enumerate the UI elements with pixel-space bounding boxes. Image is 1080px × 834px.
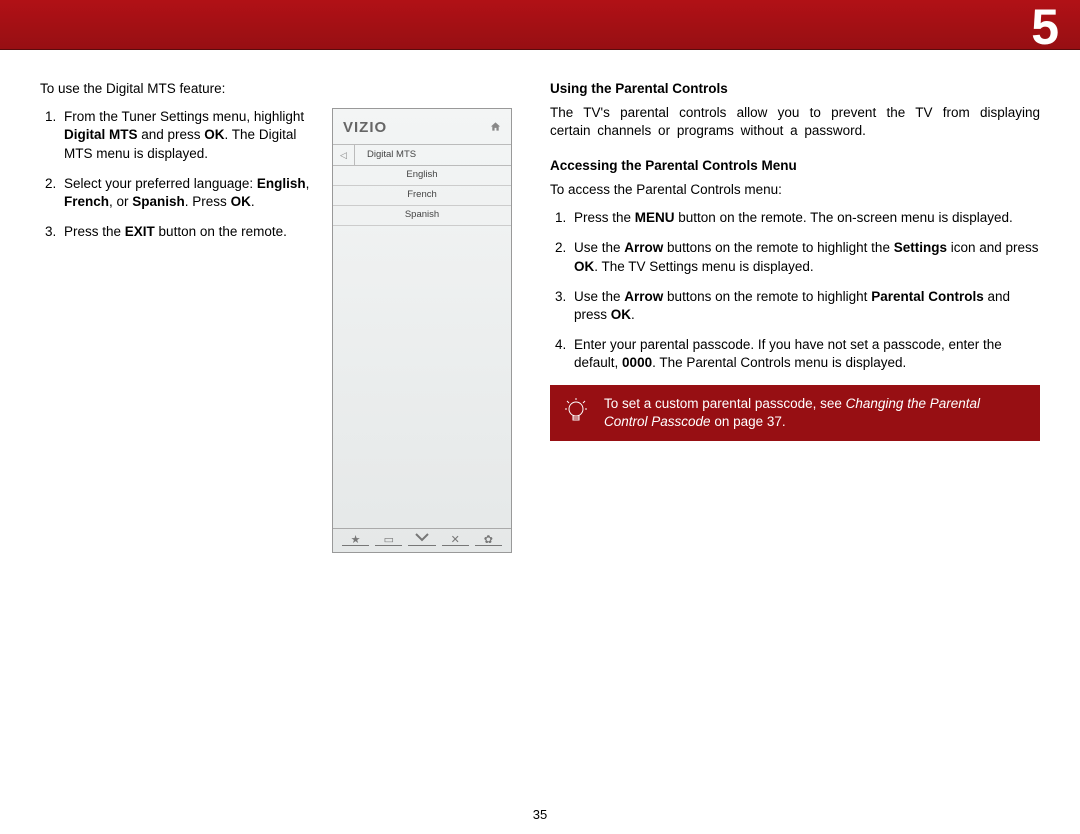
home-icon bbox=[490, 119, 501, 137]
tv-menu: ◁ Digital MTS English French Spanish bbox=[333, 144, 511, 225]
access-step-1: Press the MENU button on the remote. The… bbox=[570, 209, 1040, 227]
mts-intro: To use the Digital MTS feature: bbox=[40, 80, 310, 98]
gear-icon: ✿ bbox=[472, 533, 505, 548]
tv-menu-mockup: VIZIO ◁ Digital MTS English French Spani… bbox=[332, 108, 512, 553]
chapter-number: 5 bbox=[1031, 0, 1060, 62]
accessing-steps: Press the MENU button on the remote. The… bbox=[550, 209, 1040, 373]
mts-step-3: Press the EXIT button on the remote. bbox=[60, 223, 310, 241]
mts-steps: From the Tuner Settings menu, highlight … bbox=[40, 108, 310, 241]
parental-heading: Using the Parental Controls bbox=[550, 80, 1040, 98]
chevron-down-icon bbox=[405, 533, 438, 548]
accessing-intro: To access the Parental Controls menu: bbox=[550, 181, 1040, 199]
access-step-4: Enter your parental passcode. If you hav… bbox=[570, 336, 1040, 372]
accessing-heading: Accessing the Parental Controls Menu bbox=[550, 157, 1040, 175]
chapter-header-bar: 5 bbox=[0, 0, 1080, 50]
mts-step-1: From the Tuner Settings menu, highlight … bbox=[60, 108, 310, 163]
tv-mock-footer: ★ ▭ ✕ ✿ bbox=[333, 528, 511, 552]
page-content: To use the Digital MTS feature: From the… bbox=[40, 80, 1040, 794]
tv-menu-title: Digital MTS bbox=[355, 146, 511, 165]
back-arrow-icon: ◁ bbox=[333, 145, 355, 165]
lightbulb-icon bbox=[562, 395, 590, 427]
access-step-2: Use the Arrow buttons on the remote to h… bbox=[570, 239, 1040, 275]
page-number: 35 bbox=[533, 806, 547, 824]
left-column: To use the Digital MTS feature: From the… bbox=[40, 80, 512, 794]
tip-callout: To set a custom parental passcode, see C… bbox=[550, 385, 1040, 441]
mts-instructions: To use the Digital MTS feature: From the… bbox=[40, 80, 310, 794]
tv-menu-title-row: ◁ Digital MTS bbox=[333, 144, 511, 166]
wide-icon: ▭ bbox=[372, 533, 405, 548]
tip-text: To set a custom parental passcode, see C… bbox=[604, 395, 1024, 431]
tv-menu-item-french: French bbox=[333, 186, 511, 206]
parental-intro: The TV's parental controls allow you to … bbox=[550, 104, 1040, 140]
vizio-logo: VIZIO bbox=[343, 118, 387, 138]
tv-menu-item-english: English bbox=[333, 166, 511, 186]
tv-mock-header: VIZIO bbox=[333, 109, 511, 144]
close-icon: ✕ bbox=[439, 533, 472, 548]
mts-step-2: Select your preferred language: English,… bbox=[60, 175, 310, 211]
access-step-3: Use the Arrow buttons on the remote to h… bbox=[570, 288, 1040, 324]
right-column: Using the Parental Controls The TV's par… bbox=[550, 80, 1040, 794]
star-icon: ★ bbox=[339, 533, 372, 548]
tv-menu-item-spanish: Spanish bbox=[333, 206, 511, 226]
